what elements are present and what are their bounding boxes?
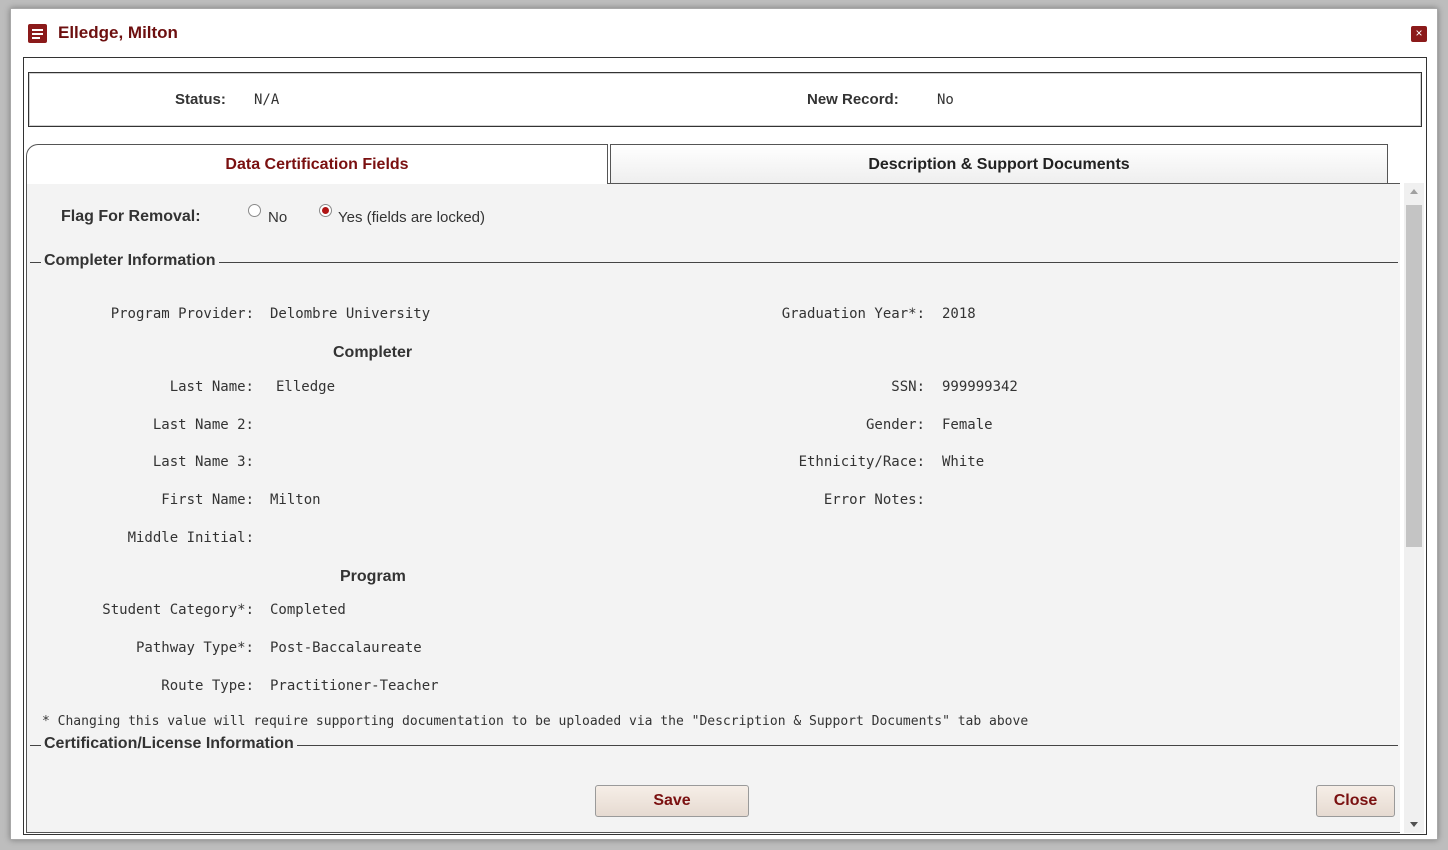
last-name-3-label: Last Name 3: xyxy=(152,454,254,470)
completer-heading: Completer xyxy=(333,344,413,361)
dialog-titlebar: Elledge, Milton × xyxy=(11,9,1437,57)
dialog-content: Status: N/A New Record: No Data Certific… xyxy=(23,57,1427,835)
program-provider-value: Delombre University xyxy=(270,306,431,322)
tab-data-certification-fields[interactable]: Data Certification Fields xyxy=(26,144,608,184)
gender-label: Gender: xyxy=(865,417,925,433)
documentation-note: * Changing this value will require suppo… xyxy=(42,714,1029,729)
flag-removal-label: Flag For Removal: xyxy=(61,208,201,225)
certification-license-legend: Certification/License Information xyxy=(41,735,297,753)
ssn-label: SSN: xyxy=(891,379,925,395)
close-icon[interactable]: × xyxy=(1411,26,1427,42)
record-dialog: Elledge, Milton × Status: N/A New Record… xyxy=(10,8,1438,840)
program-heading: Program xyxy=(340,568,406,585)
close-button[interactable]: Close xyxy=(1316,785,1395,817)
save-button[interactable]: Save xyxy=(595,785,749,817)
program-provider-label: Program Provider: xyxy=(110,306,254,322)
ssn-value: 999999342 xyxy=(942,379,1018,395)
last-name-label: Last Name: xyxy=(169,379,254,395)
pathway-type-label: Pathway Type*: xyxy=(135,640,254,656)
ethnicity-race-value: White xyxy=(942,454,985,470)
route-type-label: Route Type: xyxy=(161,678,254,694)
completer-information-legend: Completer Information xyxy=(41,252,219,270)
tab-description-support-documents[interactable]: Description & Support Documents xyxy=(610,144,1388,184)
flag-no-label: No xyxy=(268,209,288,226)
tab-panel-data-certification: Flag For Removal: No Yes (fields are loc… xyxy=(26,183,1400,833)
graduation-year-value: 2018 xyxy=(942,306,976,322)
dialog-title: Elledge, Milton xyxy=(58,23,178,42)
gender-value: Female xyxy=(942,417,993,433)
scroll-up-icon[interactable] xyxy=(1410,189,1418,194)
graduation-year-label: Graduation Year*: xyxy=(781,306,925,322)
record-summary: Status: N/A New Record: No xyxy=(28,72,1422,127)
first-name-label: First Name: xyxy=(161,492,254,508)
completer-fieldset-border xyxy=(30,262,1398,263)
flag-yes-radio[interactable] xyxy=(319,204,332,217)
status-label: Status: xyxy=(175,91,226,108)
status-value: N/A xyxy=(254,92,280,108)
route-type-value: Practitioner-Teacher xyxy=(270,678,439,694)
last-name-2-label: Last Name 2: xyxy=(152,417,254,433)
pathway-type-value: Post-Baccalaureate xyxy=(270,640,422,656)
ethnicity-race-label: Ethnicity/Race: xyxy=(798,454,925,470)
student-category-label: Student Category*: xyxy=(102,602,254,618)
last-name-value: Elledge xyxy=(276,379,336,395)
scroll-thumb[interactable] xyxy=(1406,205,1422,547)
new-record-label: New Record: xyxy=(807,91,899,108)
flag-yes-label: Yes (fields are locked) xyxy=(338,209,486,226)
middle-initial-label: Middle Initial: xyxy=(127,530,254,546)
first-name-value: Milton xyxy=(270,492,321,508)
error-notes-label: Error Notes: xyxy=(823,492,925,508)
document-list-icon xyxy=(28,24,47,43)
student-category-value: Completed xyxy=(270,602,346,618)
new-record-value: No xyxy=(937,92,954,108)
panel-scrollbar[interactable] xyxy=(1404,183,1424,833)
flag-no-radio[interactable] xyxy=(248,204,261,217)
scroll-down-icon[interactable] xyxy=(1410,822,1418,827)
